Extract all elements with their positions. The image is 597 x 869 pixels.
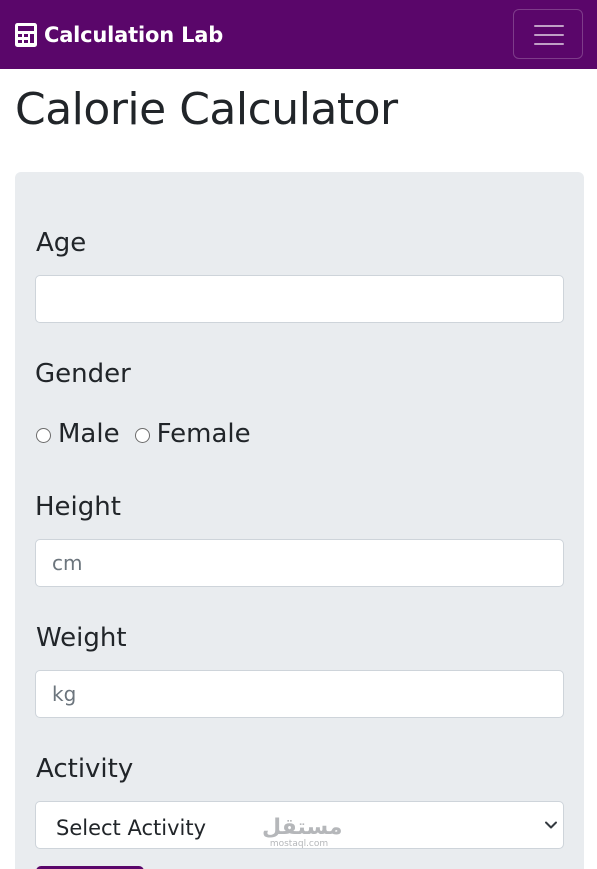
gender-option-female[interactable]: Female — [134, 419, 251, 449]
watermark-latin: mostaql.com — [269, 839, 329, 849]
gender-label: Gender — [35, 359, 131, 389]
activity-selected-value: Select Activity — [56, 816, 206, 840]
male-radio-label[interactable]: Male — [58, 419, 120, 449]
male-radio[interactable] — [36, 427, 51, 443]
age-label: Age — [36, 228, 87, 258]
gender-radio-group: Male Female — [36, 418, 251, 450]
female-radio[interactable] — [134, 427, 150, 443]
navbar-toggler-button[interactable] — [513, 9, 583, 59]
navbar: Calculation Lab — [0, 0, 597, 69]
watermark-logo: مستقل mostaql.com — [262, 815, 343, 849]
height-input[interactable] — [35, 539, 564, 587]
height-label: Height — [35, 492, 121, 522]
activity-label: Activity — [36, 754, 134, 784]
hamburger-menu-icon — [534, 25, 564, 27]
chevron-down-icon — [545, 821, 557, 829]
gender-option-male[interactable]: Male — [36, 419, 120, 449]
female-radio-label[interactable]: Female — [157, 419, 251, 449]
brand-label: Calculation Lab — [44, 23, 224, 47]
age-input[interactable] — [35, 275, 564, 323]
weight-label: Weight — [36, 623, 127, 653]
weight-input[interactable] — [35, 670, 564, 718]
page-title: Calorie Calculator — [15, 84, 398, 135]
navbar-brand[interactable]: Calculation Lab — [15, 20, 223, 50]
watermark-arabic: مستقل — [262, 815, 343, 840]
calculator-icon — [15, 23, 37, 47]
